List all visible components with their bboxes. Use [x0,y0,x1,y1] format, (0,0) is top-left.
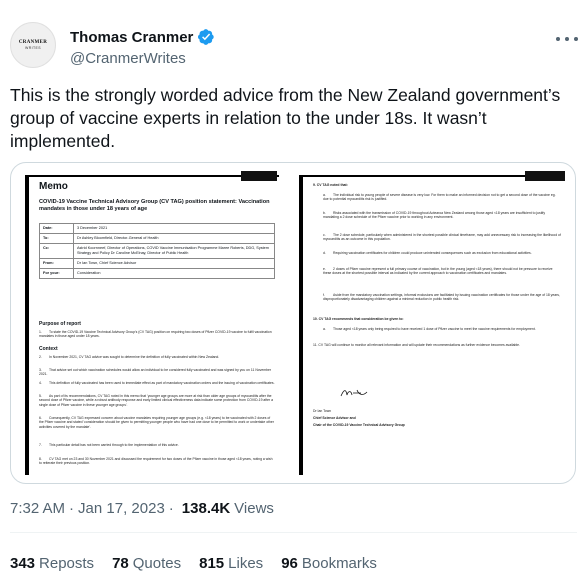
context-item: 5. As part of its recommendations, CV TAG… [39,394,274,407]
quotes-stat[interactable]: 78 Quotes [112,555,181,572]
signoff-title-1: Chief Science Advisor and [313,416,356,420]
avatar-text-line1: CRANMER [18,40,48,45]
user-handle[interactable]: @CranmerWrites [70,50,186,67]
avatar-text-line2: WRITES [24,46,41,50]
meta-separator: · [69,500,75,517]
purpose-heading: Purpose of report [39,321,81,327]
views-count: 138.4K [181,500,231,517]
ministry-logo [525,171,565,181]
memo-header-table: Date: 3 December 2021 To: Dr Ashley Bloomf… [39,223,275,279]
more-options-icon[interactable] [556,30,578,48]
bookmarks-stat[interactable]: 96 Bookmarks [281,555,377,572]
display-name[interactable]: Thomas Cranmer [70,29,193,46]
divider [10,532,577,533]
signoff-name: Dr Ian Town [313,409,332,413]
signoff-title-2: Chair of the COVID-19 Vaccine Technical … [313,423,405,427]
noted-heading: 9. CV TAG noted that: [313,183,348,187]
recommend-item: a. Those aged <18 years only being requir… [323,327,536,331]
tweet-meta: 7:32 AM · Jan 17, 2023 · 138.4K Views [10,500,274,517]
noted-item: b. Risks associated with the transmission… [323,211,546,220]
tweet-time[interactable]: 7:32 AM [10,500,65,517]
name-row: Thomas Cranmer [70,28,215,46]
purpose-text: 1. To state the COVID-19 Vaccine Technica… [39,330,272,339]
tweet-media-image[interactable]: Memo COVID-19 Vaccine Technical Advisory… [10,162,576,484]
memo-subtitle: COVID-19 Vaccine Technical Advisory Grou… [39,199,270,212]
views-label: Views [234,500,274,517]
meta-separator: · [168,500,174,517]
noted-item: e. 2 doses of Pfizer vaccine represent a … [323,267,553,276]
likes-stat[interactable]: 815 Likes [199,555,263,572]
context-item: 6. Consequently, CV TAG expressed concern… [39,416,274,429]
engagement-stats: 343 Reposts 78 Quotes 815 Likes 96 Bookmarks [10,555,395,572]
recommend-heading: 10. CV TAG recommends that consideration… [313,317,404,321]
signature-image [340,389,368,397]
noted-item: d. Requiring vaccination certificates for… [323,251,532,255]
image-divider [288,163,296,483]
context-item: 8. CV TAG met on 23 and 30 November 2021 … [39,457,273,466]
memo-page-right: 9. CV TAG noted that: a. The individual r… [299,169,571,481]
memo-title: Memo [39,181,68,192]
tweet-text: This is the strongly worded advice from … [10,85,561,151]
monitor-item: 11. CV TAG will continue to monitor all … [313,343,520,347]
context-item [39,466,275,470]
noted-item: c. The 2 dose schedule, particularly when… [323,233,561,242]
noted-item: a. The individual risk to young people of… [323,193,556,202]
avatar[interactable]: CRANMER WRITES [10,22,56,68]
noted-item: f. Aside from the mandatory vaccination s… [323,293,560,302]
ministry-logo [241,171,277,181]
context-item: 4. This definition of fully vaccinated ha… [39,381,275,385]
context-item: 7. This particular detail has not been ca… [39,443,179,447]
verified-badge-icon [198,29,215,45]
context-item: 2. In November 2021, CV TAG advice was so… [39,355,220,359]
memo-page-left: Memo COVID-19 Vaccine Technical Advisory… [17,169,287,481]
tweet-header: CRANMER WRITES Thomas Cranmer @CranmerWr… [10,22,580,72]
reposts-stat[interactable]: 343 Reposts [10,555,94,572]
context-item: 3. That advice set out which vaccination … [39,368,271,377]
context-heading: Context [39,346,58,352]
tweet-date[interactable]: Jan 17, 2023 [78,500,165,517]
